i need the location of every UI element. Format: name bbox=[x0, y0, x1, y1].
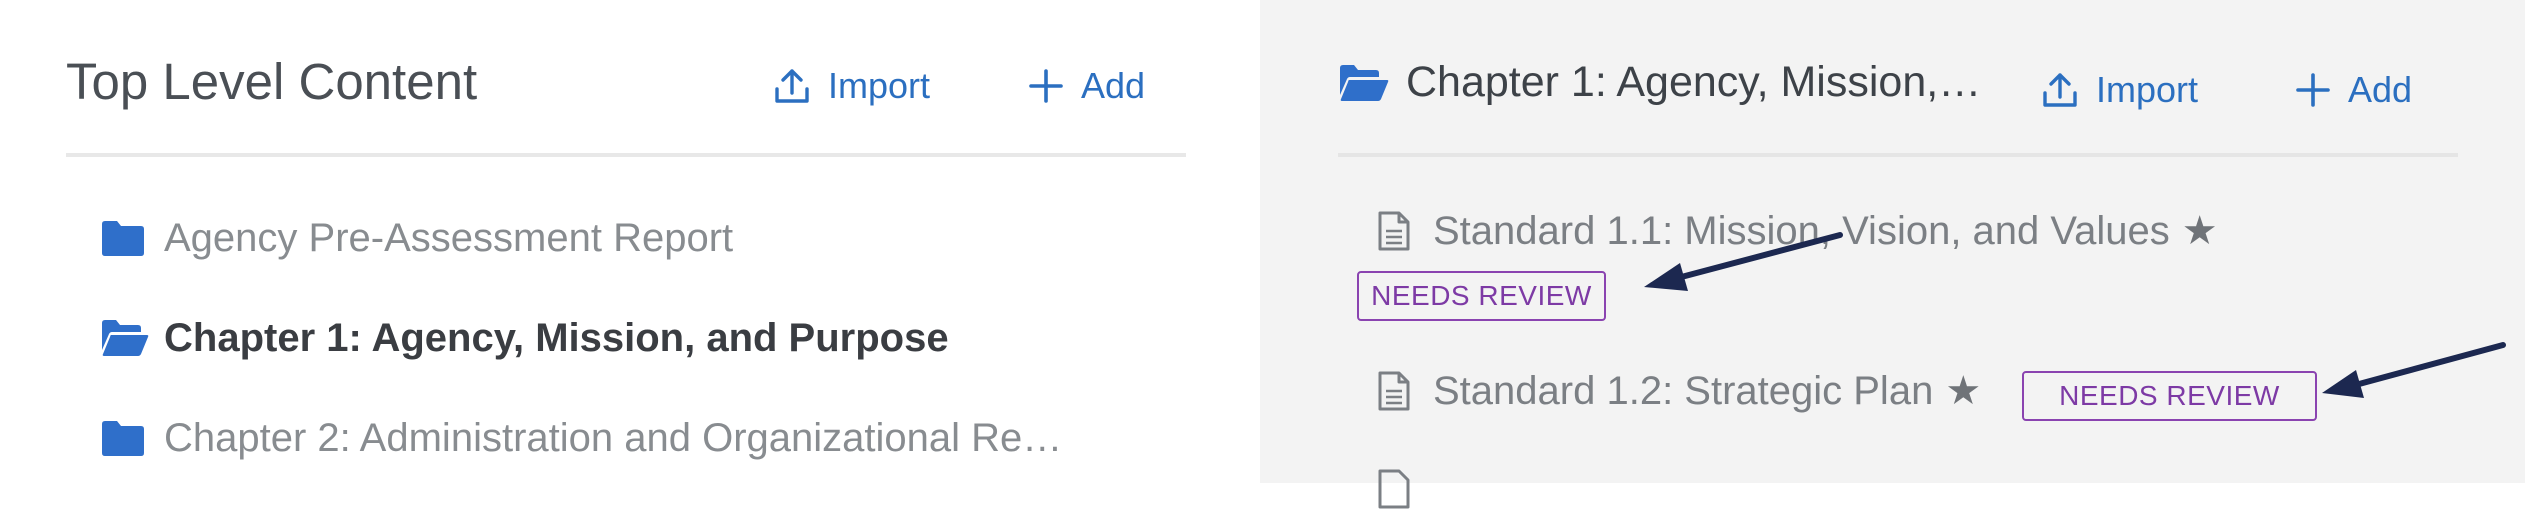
standard-label: Standard 1.2: Strategic Plan bbox=[1433, 368, 1934, 413]
needs-review-badge: NEEDS REVIEW bbox=[2022, 371, 2317, 421]
folder-open-icon bbox=[1338, 63, 1390, 108]
add-label: Add bbox=[2348, 69, 2413, 110]
tree-item-chapter-1[interactable]: Chapter 1: Agency, Mission, and Purpose bbox=[100, 308, 949, 368]
tree-item-chapter-2[interactable]: Chapter 2: Administration and Organizati… bbox=[100, 408, 1062, 468]
top-level-content-panel: Top Level Content Import Add Agency Pre-… bbox=[0, 0, 1260, 483]
tree-item-pre-assessment-report[interactable]: Agency Pre-Assessment Report bbox=[100, 208, 733, 268]
standard-item-partial[interactable] bbox=[1377, 468, 1433, 510]
annotation-arrow bbox=[2322, 342, 2506, 398]
add-button[interactable]: Add bbox=[2296, 66, 2412, 114]
right-panel-header: Chapter 1: Agency, Mission,… Import Add bbox=[1338, 0, 2458, 160]
star-icon: ★ bbox=[1945, 369, 1982, 413]
document-icon bbox=[1377, 210, 1417, 252]
plus-icon bbox=[1029, 69, 1063, 103]
add-button[interactable]: Add bbox=[1029, 62, 1145, 110]
tree-item-label: Chapter 1: Agency, Mission, and Purpose bbox=[164, 315, 949, 360]
upload-icon bbox=[2043, 73, 2077, 107]
upload-icon bbox=[775, 69, 809, 103]
panel-title: Top Level Content bbox=[66, 53, 478, 110]
needs-review-badge: NEEDS REVIEW bbox=[1357, 271, 1606, 321]
chapter-title: Chapter 1: Agency, Mission,… bbox=[1406, 58, 1982, 106]
import-label: Import bbox=[828, 65, 931, 106]
add-label: Add bbox=[1081, 65, 1146, 106]
tree-item-label: Agency Pre-Assessment Report bbox=[164, 215, 734, 260]
plus-icon bbox=[2296, 73, 2330, 107]
left-panel-header: Top Level Content Import Add bbox=[66, 0, 1186, 160]
standard-item-1-2[interactable]: Standard 1.2: Strategic Plan ★ bbox=[1377, 368, 1981, 414]
document-icon bbox=[1377, 468, 1417, 510]
folder-icon bbox=[100, 219, 150, 257]
import-button[interactable]: Import bbox=[2042, 66, 2198, 114]
header-divider bbox=[1338, 153, 2458, 157]
header-divider bbox=[66, 153, 1186, 157]
folder-icon bbox=[100, 419, 150, 457]
import-button[interactable]: Import bbox=[774, 62, 930, 110]
tree-item-label: Chapter 2: Administration and Organizati… bbox=[164, 415, 1063, 460]
folder-open-icon bbox=[100, 318, 150, 358]
annotation-arrow bbox=[1644, 232, 1843, 291]
star-icon: ★ bbox=[2181, 209, 2218, 253]
import-label: Import bbox=[2096, 69, 2199, 110]
document-icon bbox=[1377, 370, 1417, 412]
